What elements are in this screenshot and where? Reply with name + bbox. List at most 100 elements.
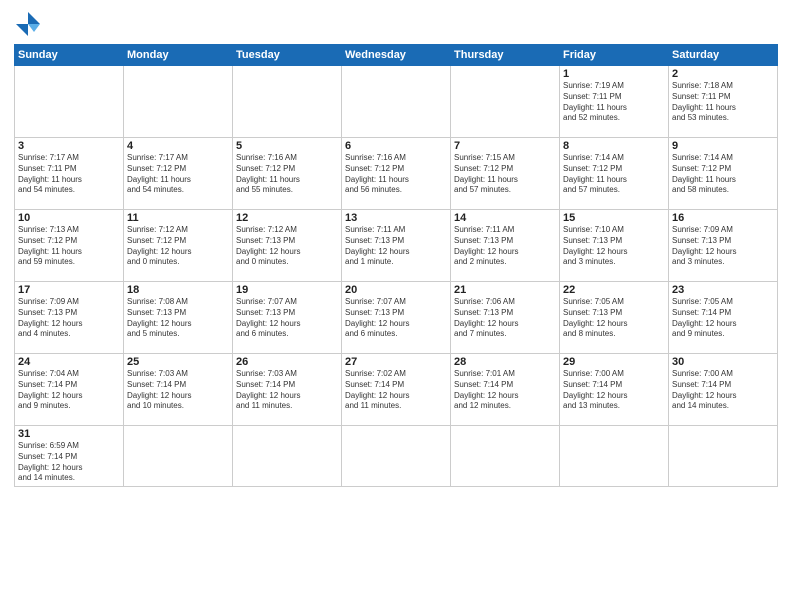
- calendar-cell: 29Sunrise: 7:00 AM Sunset: 7:14 PM Dayli…: [560, 354, 669, 426]
- cell-info: Sunrise: 7:14 AM Sunset: 7:12 PM Dayligh…: [672, 153, 774, 196]
- cell-date-number: 21: [454, 284, 556, 296]
- calendar-cell: 24Sunrise: 7:04 AM Sunset: 7:14 PM Dayli…: [15, 354, 124, 426]
- calendar-cell: 19Sunrise: 7:07 AM Sunset: 7:13 PM Dayli…: [233, 282, 342, 354]
- cell-date-number: 14: [454, 212, 556, 224]
- cell-date-number: 10: [18, 212, 120, 224]
- calendar-cell: 6Sunrise: 7:16 AM Sunset: 7:12 PM Daylig…: [342, 138, 451, 210]
- calendar-cell: 7Sunrise: 7:15 AM Sunset: 7:12 PM Daylig…: [451, 138, 560, 210]
- cell-date-number: 24: [18, 356, 120, 368]
- day-header-thursday: Thursday: [451, 45, 560, 66]
- cell-date-number: 23: [672, 284, 774, 296]
- cell-info: Sunrise: 7:00 AM Sunset: 7:14 PM Dayligh…: [563, 369, 665, 412]
- calendar-cell: 25Sunrise: 7:03 AM Sunset: 7:14 PM Dayli…: [124, 354, 233, 426]
- cell-date-number: 20: [345, 284, 447, 296]
- cell-date-number: 13: [345, 212, 447, 224]
- cell-info: Sunrise: 7:16 AM Sunset: 7:12 PM Dayligh…: [345, 153, 447, 196]
- calendar-cell: [560, 426, 669, 487]
- calendar-header-row: SundayMondayTuesdayWednesdayThursdayFrid…: [15, 45, 778, 66]
- cell-info: Sunrise: 7:04 AM Sunset: 7:14 PM Dayligh…: [18, 369, 120, 412]
- cell-info: Sunrise: 7:09 AM Sunset: 7:13 PM Dayligh…: [672, 225, 774, 268]
- calendar-row-2: 10Sunrise: 7:13 AM Sunset: 7:12 PM Dayli…: [15, 210, 778, 282]
- calendar-cell: 5Sunrise: 7:16 AM Sunset: 7:12 PM Daylig…: [233, 138, 342, 210]
- calendar-cell: 9Sunrise: 7:14 AM Sunset: 7:12 PM Daylig…: [669, 138, 778, 210]
- cell-date-number: 7: [454, 140, 556, 152]
- cell-date-number: 2: [672, 68, 774, 80]
- day-header-saturday: Saturday: [669, 45, 778, 66]
- cell-info: Sunrise: 7:05 AM Sunset: 7:14 PM Dayligh…: [672, 297, 774, 340]
- cell-date-number: 16: [672, 212, 774, 224]
- cell-date-number: 17: [18, 284, 120, 296]
- cell-date-number: 8: [563, 140, 665, 152]
- day-header-wednesday: Wednesday: [342, 45, 451, 66]
- cell-info: Sunrise: 7:06 AM Sunset: 7:13 PM Dayligh…: [454, 297, 556, 340]
- cell-info: Sunrise: 7:11 AM Sunset: 7:13 PM Dayligh…: [345, 225, 447, 268]
- cell-info: Sunrise: 7:03 AM Sunset: 7:14 PM Dayligh…: [127, 369, 229, 412]
- cell-info: Sunrise: 7:19 AM Sunset: 7:11 PM Dayligh…: [563, 81, 665, 124]
- cell-date-number: 31: [18, 428, 120, 440]
- calendar-cell: 13Sunrise: 7:11 AM Sunset: 7:13 PM Dayli…: [342, 210, 451, 282]
- day-header-monday: Monday: [124, 45, 233, 66]
- day-header-friday: Friday: [560, 45, 669, 66]
- calendar-cell: 27Sunrise: 7:02 AM Sunset: 7:14 PM Dayli…: [342, 354, 451, 426]
- calendar-cell: 4Sunrise: 7:17 AM Sunset: 7:12 PM Daylig…: [124, 138, 233, 210]
- cell-date-number: 27: [345, 356, 447, 368]
- cell-info: Sunrise: 7:17 AM Sunset: 7:11 PM Dayligh…: [18, 153, 120, 196]
- calendar-cell: [451, 426, 560, 487]
- calendar-cell: 10Sunrise: 7:13 AM Sunset: 7:12 PM Dayli…: [15, 210, 124, 282]
- logo-icon: [14, 10, 42, 38]
- cell-date-number: 6: [345, 140, 447, 152]
- calendar-cell: 23Sunrise: 7:05 AM Sunset: 7:14 PM Dayli…: [669, 282, 778, 354]
- calendar-cell: 20Sunrise: 7:07 AM Sunset: 7:13 PM Dayli…: [342, 282, 451, 354]
- calendar-cell: 1Sunrise: 7:19 AM Sunset: 7:11 PM Daylig…: [560, 66, 669, 138]
- cell-info: Sunrise: 6:59 AM Sunset: 7:14 PM Dayligh…: [18, 441, 120, 484]
- calendar-cell: 8Sunrise: 7:14 AM Sunset: 7:12 PM Daylig…: [560, 138, 669, 210]
- cell-info: Sunrise: 7:07 AM Sunset: 7:13 PM Dayligh…: [345, 297, 447, 340]
- calendar-cell: 16Sunrise: 7:09 AM Sunset: 7:13 PM Dayli…: [669, 210, 778, 282]
- day-header-tuesday: Tuesday: [233, 45, 342, 66]
- calendar-cell: 2Sunrise: 7:18 AM Sunset: 7:11 PM Daylig…: [669, 66, 778, 138]
- cell-info: Sunrise: 7:08 AM Sunset: 7:13 PM Dayligh…: [127, 297, 229, 340]
- calendar-cell: 15Sunrise: 7:10 AM Sunset: 7:13 PM Dayli…: [560, 210, 669, 282]
- calendar-row-4: 24Sunrise: 7:04 AM Sunset: 7:14 PM Dayli…: [15, 354, 778, 426]
- calendar-cell: 31Sunrise: 6:59 AM Sunset: 7:14 PM Dayli…: [15, 426, 124, 487]
- cell-date-number: 3: [18, 140, 120, 152]
- cell-date-number: 11: [127, 212, 229, 224]
- calendar-row-3: 17Sunrise: 7:09 AM Sunset: 7:13 PM Dayli…: [15, 282, 778, 354]
- day-header-sunday: Sunday: [15, 45, 124, 66]
- calendar-cell: [124, 426, 233, 487]
- cell-date-number: 28: [454, 356, 556, 368]
- cell-info: Sunrise: 7:18 AM Sunset: 7:11 PM Dayligh…: [672, 81, 774, 124]
- cell-info: Sunrise: 7:09 AM Sunset: 7:13 PM Dayligh…: [18, 297, 120, 340]
- calendar-cell: [342, 426, 451, 487]
- cell-date-number: 12: [236, 212, 338, 224]
- cell-info: Sunrise: 7:07 AM Sunset: 7:13 PM Dayligh…: [236, 297, 338, 340]
- calendar-cell: [15, 66, 124, 138]
- header: [14, 10, 778, 38]
- cell-info: Sunrise: 7:12 AM Sunset: 7:13 PM Dayligh…: [236, 225, 338, 268]
- cell-date-number: 25: [127, 356, 229, 368]
- calendar-cell: 30Sunrise: 7:00 AM Sunset: 7:14 PM Dayli…: [669, 354, 778, 426]
- calendar-cell: 22Sunrise: 7:05 AM Sunset: 7:13 PM Dayli…: [560, 282, 669, 354]
- cell-date-number: 30: [672, 356, 774, 368]
- cell-info: Sunrise: 7:00 AM Sunset: 7:14 PM Dayligh…: [672, 369, 774, 412]
- calendar-cell: 28Sunrise: 7:01 AM Sunset: 7:14 PM Dayli…: [451, 354, 560, 426]
- calendar-row-0: 1Sunrise: 7:19 AM Sunset: 7:11 PM Daylig…: [15, 66, 778, 138]
- cell-info: Sunrise: 7:05 AM Sunset: 7:13 PM Dayligh…: [563, 297, 665, 340]
- calendar-row-5: 31Sunrise: 6:59 AM Sunset: 7:14 PM Dayli…: [15, 426, 778, 487]
- calendar-cell: [233, 66, 342, 138]
- cell-date-number: 1: [563, 68, 665, 80]
- calendar-cell: 11Sunrise: 7:12 AM Sunset: 7:12 PM Dayli…: [124, 210, 233, 282]
- cell-info: Sunrise: 7:03 AM Sunset: 7:14 PM Dayligh…: [236, 369, 338, 412]
- calendar-row-1: 3Sunrise: 7:17 AM Sunset: 7:11 PM Daylig…: [15, 138, 778, 210]
- calendar-cell: [342, 66, 451, 138]
- calendar-cell: 17Sunrise: 7:09 AM Sunset: 7:13 PM Dayli…: [15, 282, 124, 354]
- cell-date-number: 29: [563, 356, 665, 368]
- cell-date-number: 22: [563, 284, 665, 296]
- cell-date-number: 19: [236, 284, 338, 296]
- calendar-table: SundayMondayTuesdayWednesdayThursdayFrid…: [14, 44, 778, 487]
- calendar-cell: 3Sunrise: 7:17 AM Sunset: 7:11 PM Daylig…: [15, 138, 124, 210]
- cell-date-number: 4: [127, 140, 229, 152]
- cell-info: Sunrise: 7:10 AM Sunset: 7:13 PM Dayligh…: [563, 225, 665, 268]
- calendar-cell: 14Sunrise: 7:11 AM Sunset: 7:13 PM Dayli…: [451, 210, 560, 282]
- calendar-cell: [233, 426, 342, 487]
